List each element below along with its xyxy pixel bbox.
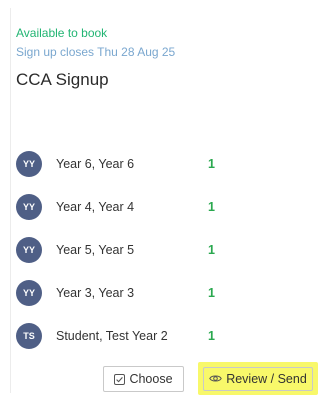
eye-icon [209, 373, 222, 384]
signup-closes-text: Sign up closes Thu 28 Aug 25 [16, 45, 176, 59]
student-row: YY Year 3, Year 3 1 [16, 280, 276, 306]
avatar: YY [16, 151, 42, 177]
student-name: Year 5, Year 5 [56, 243, 135, 257]
student-row: TS Student, Test Year 2 1 [16, 323, 276, 349]
student-name: Year 3, Year 3 [56, 286, 135, 300]
avatar: YY [16, 194, 42, 220]
selection-count: 1 [208, 329, 215, 343]
student-name: Year 4, Year 4 [56, 200, 135, 214]
review-send-button-frame: Review / Send [203, 366, 313, 391]
availability-status: Available to book [16, 26, 108, 40]
review-send-button[interactable]: Review / Send [198, 362, 318, 395]
review-send-button-label: Review / Send [226, 371, 307, 386]
student-row: YY Year 5, Year 5 1 [16, 237, 276, 263]
selection-count: 1 [208, 200, 215, 214]
student-name: Year 6, Year 6 [56, 157, 135, 171]
card-title: CCA Signup [16, 70, 109, 89]
avatar: YY [16, 280, 42, 306]
selection-count: 1 [208, 286, 215, 300]
choose-button[interactable]: Choose [103, 366, 184, 392]
checkbox-icon [114, 373, 126, 385]
student-list: YY Year 6, Year 6 1 YY Year 4, Year 4 1 … [16, 151, 276, 366]
student-row: YY Year 6, Year 6 1 [16, 151, 276, 177]
page: Available to book Sign up closes Thu 28 … [0, 0, 329, 401]
choose-button-label: Choose [129, 372, 173, 386]
student-row: YY Year 4, Year 4 1 [16, 194, 276, 220]
student-name: Student, Test Year 2 [56, 329, 168, 343]
avatar: YY [16, 237, 42, 263]
selection-count: 1 [208, 243, 215, 257]
avatar: TS [16, 323, 42, 349]
selection-count: 1 [208, 157, 215, 171]
